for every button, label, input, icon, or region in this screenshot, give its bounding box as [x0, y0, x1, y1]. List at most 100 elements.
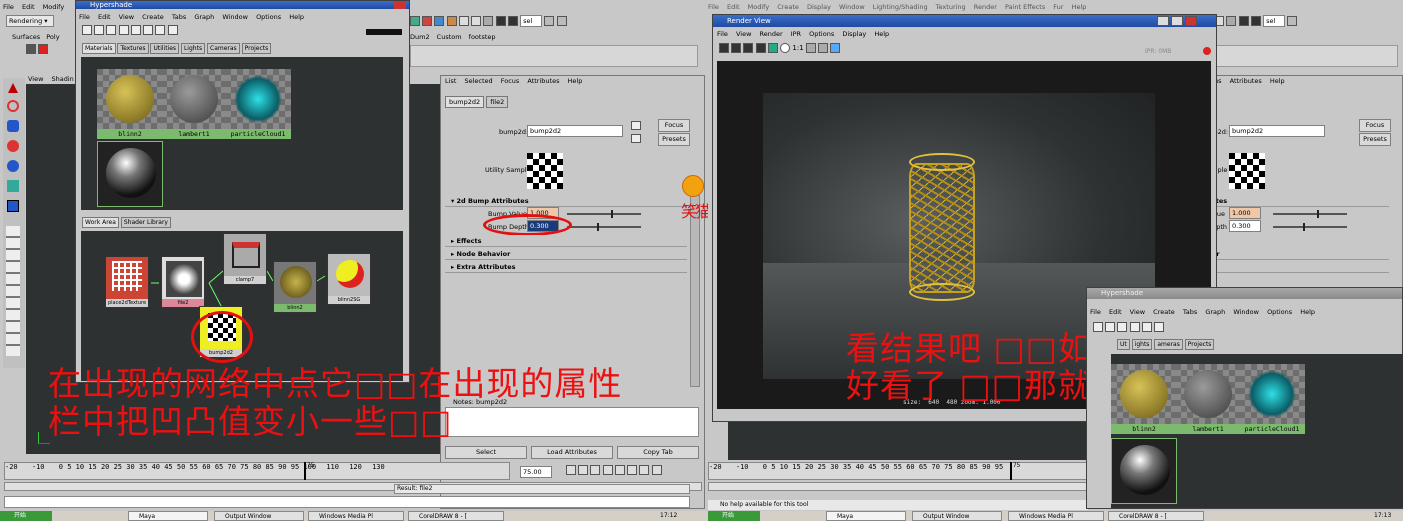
hs-toolbar-icon-6[interactable]	[143, 25, 154, 35]
shelf-tab-footstep[interactable]: footstep	[469, 33, 496, 41]
r-section-bump[interactable]: ributes	[1199, 195, 1389, 207]
rv-menu-file[interactable]: File	[717, 30, 728, 38]
attr-menu-focus[interactable]: Focus	[501, 77, 520, 85]
render-icon[interactable]	[26, 44, 36, 54]
channel-icon-2[interactable]	[556, 16, 567, 26]
current-frame-field[interactable]: 75.00	[520, 466, 552, 478]
r-menu-window[interactable]: Window	[839, 3, 865, 11]
attr-icon-left[interactable]	[631, 121, 641, 130]
timeline-left-marker[interactable]: 75	[304, 462, 314, 480]
node-clamp7[interactable]: clamp7	[223, 233, 267, 285]
shelf-tab-poly[interactable]: Poly	[46, 33, 59, 41]
r-presets-button[interactable]: Presets	[1359, 133, 1391, 146]
step-forward-icon[interactable]	[639, 465, 650, 475]
rv-minimize-icon[interactable]	[1157, 16, 1169, 26]
r-channel-icon[interactable]	[1287, 16, 1298, 26]
hs-menu-view[interactable]: View	[119, 13, 134, 21]
rv-remove-image-icon[interactable]	[818, 43, 829, 53]
hs-toolbar-icon-3[interactable]	[106, 25, 117, 35]
hs-menu-edit[interactable]: Edit	[98, 13, 111, 21]
hs-toolbar-icon-2[interactable]	[94, 25, 105, 35]
hs-toolbar-icon-5[interactable]	[130, 25, 141, 35]
attr-menu-attributes[interactable]: Attributes	[527, 77, 559, 85]
hs2-tab-utilities[interactable]: Ut	[1117, 339, 1130, 350]
r-section-behavior[interactable]: avior	[1199, 248, 1389, 260]
material-blinn2[interactable]: blinn2	[97, 69, 163, 139]
start-button-right[interactable]: 开始	[708, 511, 760, 521]
rv-menu-options[interactable]: Options	[809, 30, 834, 38]
task-maya-left[interactable]: Maya	[128, 511, 208, 521]
r-attr-menu-attributes[interactable]: Attributes	[1230, 77, 1262, 85]
bump-value-slider[interactable]	[567, 210, 641, 218]
manip-tool-icon[interactable]	[7, 200, 19, 212]
node-name-field[interactable]: bump2d2	[527, 125, 623, 137]
panel-menu-shading[interactable]: Shadin	[52, 75, 74, 83]
node-blinn2[interactable]: blinn2	[273, 261, 317, 313]
rv-menu-help[interactable]: Help	[874, 30, 889, 38]
rv-menu-display[interactable]: Display	[842, 30, 866, 38]
r-menu-lighting[interactable]: Lighting/Shading	[873, 3, 928, 11]
hs2-menu-help[interactable]: Help	[1300, 308, 1315, 316]
hs-tab-materials[interactable]: Materials	[82, 43, 116, 54]
section-extra-attributes[interactable]: ▸ Extra Attributes	[445, 261, 687, 273]
attr-tab-bump2d2[interactable]: bump2d2	[445, 96, 485, 108]
start-button-left[interactable]: 开始	[0, 511, 52, 521]
hs-menu-tabs[interactable]: Tabs	[172, 13, 186, 21]
hs-toolbar-icon-7[interactable]	[155, 25, 166, 35]
play-forward-icon[interactable]	[614, 465, 625, 475]
rv-keep-image-icon[interactable]	[805, 43, 816, 53]
hs-tab-textures[interactable]: Textures	[117, 43, 149, 54]
channel-icon[interactable]	[544, 16, 555, 26]
task-wmp-left[interactable]: Windows Media Pl	[308, 511, 404, 521]
hs-menu-options[interactable]: Options	[256, 13, 281, 21]
hs-tab-lights[interactable]: Lights	[180, 43, 206, 54]
section-node-behavior[interactable]: ▸ Node Behavior	[445, 248, 687, 260]
r-menu-help[interactable]: Help	[1072, 3, 1087, 11]
tab-work-area[interactable]: Work Area	[82, 217, 119, 228]
node-place2dtexture[interactable]: place2dTexture	[105, 256, 149, 308]
hs-tab-cameras[interactable]: Cameras	[207, 43, 240, 54]
rv-snapshot-icon[interactable]	[743, 43, 754, 53]
go-start-icon[interactable]	[566, 465, 576, 475]
bump-depth-slider[interactable]	[567, 223, 641, 231]
rv-color-icon[interactable]	[767, 43, 778, 53]
node-file2[interactable]: file2	[161, 256, 205, 308]
layout-icons[interactable]	[6, 226, 20, 356]
r-attr-menu-help[interactable]: Help	[1270, 77, 1285, 85]
attr-scrollbar[interactable]	[690, 195, 700, 387]
hs2-materials-panel[interactable]: blinn2 lambert1 particleCloud1	[1111, 354, 1403, 508]
hs2-menu-graph[interactable]: Graph	[1205, 308, 1225, 316]
r-menu-file[interactable]: File	[708, 3, 719, 11]
rv-menu-render[interactable]: Render	[759, 30, 782, 38]
rv-redo-render-icon[interactable]	[719, 43, 729, 53]
menu-modify[interactable]: Modify	[43, 3, 65, 11]
materials-panel[interactable]: blinn2 lambert1 particleCloud1	[81, 57, 403, 210]
move-tool-icon[interactable]	[7, 140, 19, 152]
hs2-menu-options[interactable]: Options	[1267, 308, 1292, 316]
r-menu-create[interactable]: Create	[777, 3, 799, 11]
hs-tab-utilities[interactable]: Utilities	[150, 43, 180, 54]
r-menu-texturing[interactable]: Texturing	[936, 3, 966, 11]
hypershade-close-icon[interactable]	[394, 1, 406, 9]
status-icon-2[interactable]	[422, 16, 433, 26]
hs2-material-particlecloud1[interactable]: particleCloud1	[1239, 364, 1305, 434]
paint-tool-icon[interactable]	[7, 120, 19, 132]
attr-icon-right[interactable]	[631, 134, 641, 143]
r-menu-edit[interactable]: Edit	[727, 3, 740, 11]
timeline-left[interactable]: -20 -10 0 5 10 15 20 25 30 35 40 45 50 5…	[4, 462, 510, 480]
hs-menu-graph[interactable]: Graph	[194, 13, 214, 21]
r-menu-fur[interactable]: Fur	[1053, 3, 1063, 11]
rv-ratio[interactable]: 1:1	[792, 44, 803, 52]
r-render-frame-icon[interactable]	[1238, 16, 1249, 26]
attr-menu-selected[interactable]: Selected	[464, 77, 492, 85]
mode-dropdown[interactable]: Rendering ▾	[6, 15, 54, 27]
hs-toolbar-icon-1[interactable]	[82, 25, 92, 35]
node-blinn2sg[interactable]: blinn2SG	[327, 253, 371, 305]
select-tool-icon[interactable]	[8, 83, 18, 93]
hs-layout-icon[interactable]	[366, 29, 402, 35]
hs2-toolbar-icon-6[interactable]	[1154, 322, 1165, 332]
r-focus-button[interactable]: Focus	[1359, 119, 1391, 132]
rv-close-icon[interactable]	[1185, 16, 1198, 26]
command-line[interactable]	[4, 496, 690, 508]
lasso-tool-icon[interactable]	[7, 100, 19, 112]
